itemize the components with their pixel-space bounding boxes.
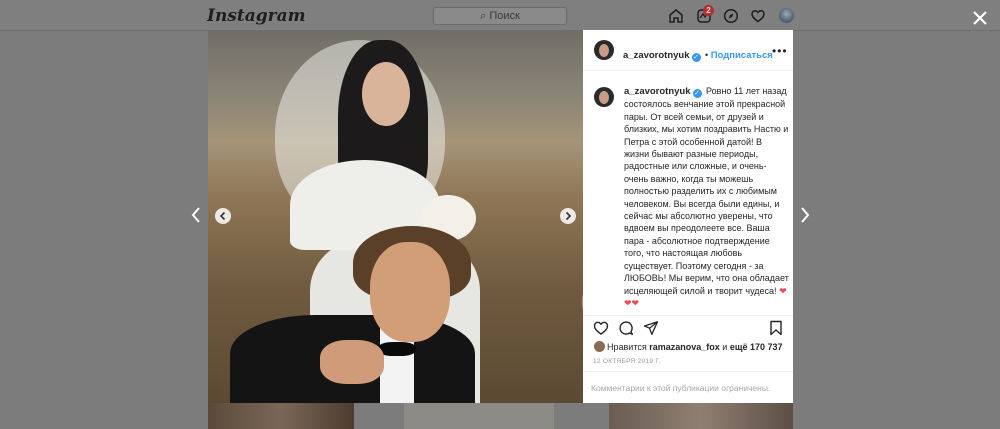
liker-username[interactable]: ramazanova_fox <box>649 342 720 352</box>
post-date[interactable]: 12 ОКТЯБРЯ 2019 Г. <box>593 358 661 365</box>
post-photo[interactable]: ● ● ● ● ● <box>208 30 583 403</box>
author-username[interactable]: a_zavorotnyuk <box>623 50 690 61</box>
photo-next-button[interactable] <box>560 208 576 224</box>
instagram-logo: Instagram <box>207 6 306 26</box>
post-panel: a_zavorotnyuk ✓ • Подписаться ••• a_zavor… <box>583 30 793 403</box>
like-heart-icon[interactable] <box>593 320 609 336</box>
search-placeholder: Поиск <box>489 10 520 22</box>
background-thumbnail <box>404 403 554 429</box>
chevron-right-icon <box>565 211 572 221</box>
background-header: Instagram ⌕ Поиск 2 <box>0 0 1000 31</box>
post-header: a_zavorotnyuk ✓ • Подписаться ••• <box>583 30 793 71</box>
close-icon[interactable] <box>970 8 990 28</box>
chevron-right-icon[interactable] <box>798 205 812 225</box>
author-line: a_zavorotnyuk ✓ • Подписаться <box>623 50 773 62</box>
verified-icon: ✓ <box>691 53 701 62</box>
caption-text: Ровно 11 лет назад состоялось венчание э… <box>624 86 789 296</box>
photo-prev-button[interactable] <box>215 208 231 224</box>
likes-and: и <box>722 342 728 352</box>
photo-hand <box>320 340 384 384</box>
verified-icon: ✓ <box>692 89 702 98</box>
author-avatar[interactable] <box>594 40 614 60</box>
photo-groom-face <box>370 242 450 342</box>
more-options-button[interactable]: ••• <box>772 44 788 58</box>
likes-prefix: Нравится <box>607 342 647 352</box>
share-icon[interactable] <box>643 320 659 336</box>
post-caption: a_zavorotnyuk ✓ Ровно 11 лет назад состоя… <box>624 85 789 309</box>
bookmark-icon[interactable] <box>768 320 784 336</box>
home-icon[interactable] <box>668 8 684 24</box>
comments-restricted-notice: Комментарии к этой публикации ограничены… <box>583 371 793 403</box>
chevron-left-icon[interactable] <box>189 205 203 225</box>
chevron-left-icon <box>219 211 226 221</box>
likes-summary: Нравится ramazanova_fox и ещё 170 737 <box>594 341 782 352</box>
caption-avatar[interactable] <box>594 87 614 107</box>
caption-username[interactable]: a_zavorotnyuk <box>624 86 691 97</box>
activity-badge: 2 <box>703 5 714 16</box>
likes-count[interactable]: ещё 170 737 <box>730 342 783 352</box>
follow-button[interactable]: Подписаться <box>711 50 773 61</box>
profile-avatar[interactable] <box>779 8 794 23</box>
liker-avatar <box>594 341 605 352</box>
explore-icon[interactable] <box>723 8 739 24</box>
actions-divider <box>583 315 793 316</box>
photo-bride-face <box>362 62 410 126</box>
background-thumbnail <box>208 403 354 429</box>
heart-icon[interactable] <box>750 8 766 24</box>
comment-icon[interactable] <box>618 320 634 336</box>
search-input[interactable]: ⌕ Поиск <box>433 7 567 25</box>
background-thumbnail <box>609 403 793 429</box>
